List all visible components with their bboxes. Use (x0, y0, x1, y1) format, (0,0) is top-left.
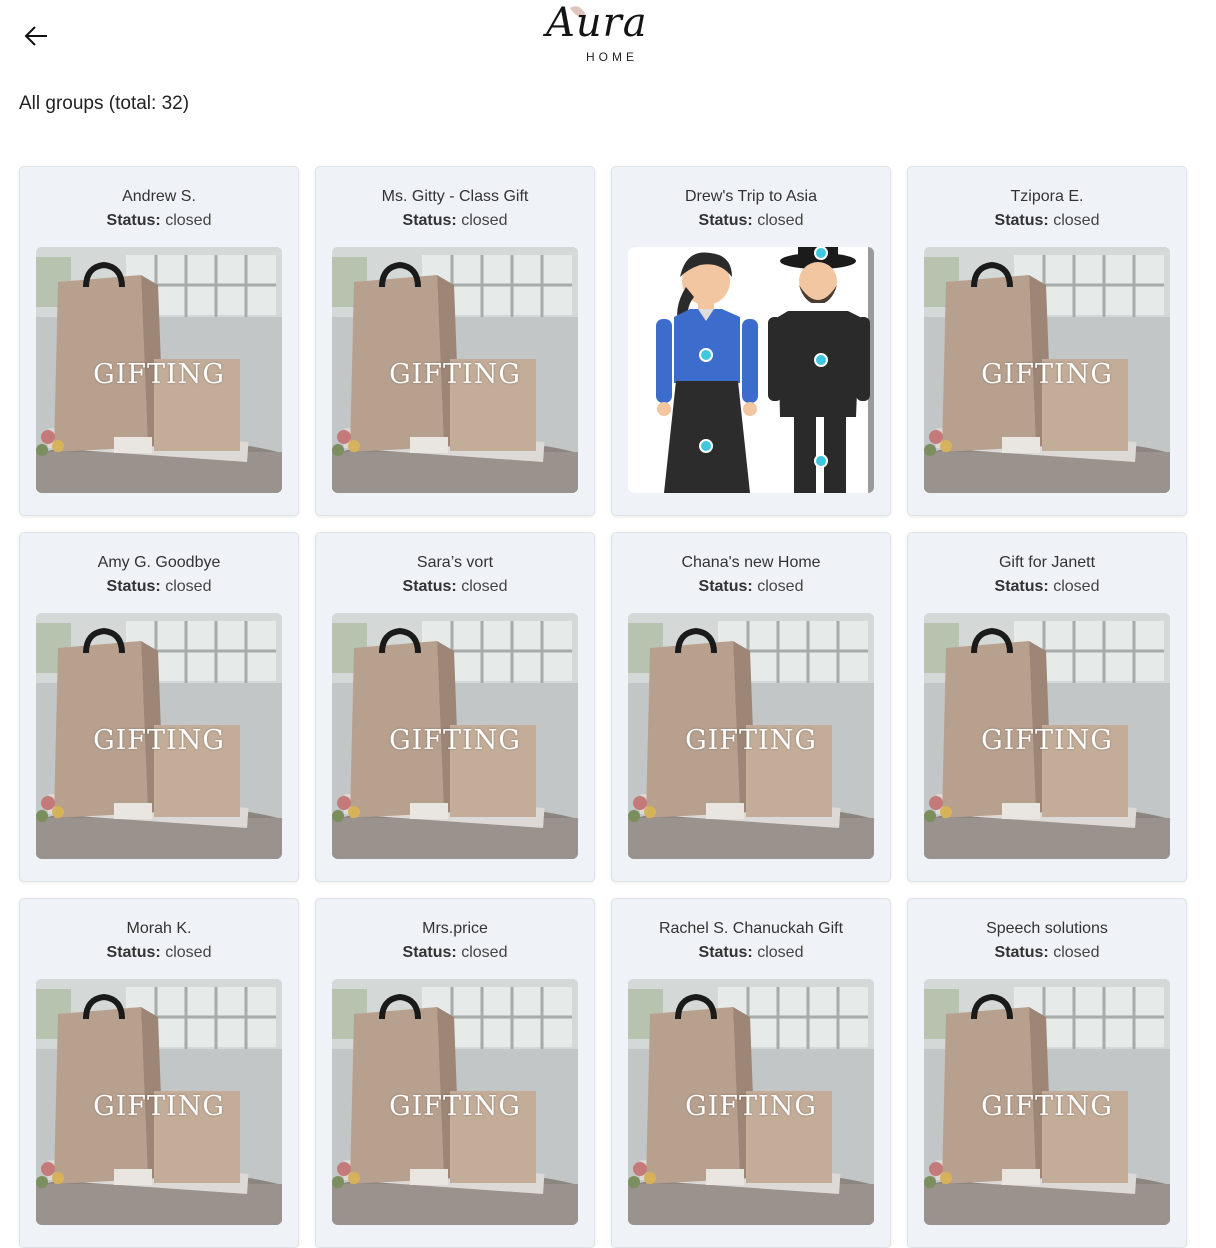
group-card[interactable]: Amy G. Goodbye Status: closed GIFTING (19, 532, 299, 882)
status-value: closed (165, 212, 212, 229)
status-label: Status: (698, 578, 753, 595)
gifting-caption: GIFTING (981, 1091, 1113, 1122)
group-name: Amy G. Goodbye (97, 554, 221, 571)
group-card[interactable]: Tzipora E. Status: closed GIFTING (907, 166, 1187, 516)
group-card[interactable]: Speech solutions Status: closed GIFTING (907, 898, 1187, 1248)
group-image-gifting[interactable]: GIFTING (628, 613, 874, 859)
status-label: Status: (994, 212, 1049, 229)
group-name: Mrs.price (422, 920, 488, 937)
gifting-caption: GIFTING (93, 1091, 225, 1122)
status-value: closed (1053, 212, 1100, 229)
group-status: Status: closed (628, 211, 874, 231)
group-status: Status: closed (628, 943, 874, 963)
group-status: Status: closed (332, 211, 578, 231)
status-value: closed (757, 944, 804, 961)
group-card[interactable]: Drew's Trip to Asia Status: closed (611, 166, 891, 516)
groups-grid: Andrew S. Status: closed GIFTING Ms. Gitty… (19, 166, 1187, 1248)
status-value: closed (165, 944, 212, 961)
group-name: Rachel S. Chanuckah Gift (658, 920, 844, 937)
group-name: Chana's new Home (681, 554, 821, 571)
gifting-caption: GIFTING (685, 725, 817, 756)
group-image-gifting[interactable]: GIFTING (332, 247, 578, 493)
group-card[interactable]: Sara’s vort Status: closed GIFTING (315, 532, 595, 882)
group-image-couple[interactable] (628, 247, 874, 493)
group-name: Tzipora E. (1010, 188, 1084, 205)
gifting-caption: GIFTING (93, 359, 225, 390)
group-image-gifting[interactable]: GIFTING (36, 613, 282, 859)
gifting-caption: GIFTING (389, 359, 521, 390)
status-value: closed (461, 212, 508, 229)
group-image-gifting[interactable]: GIFTING (36, 247, 282, 493)
group-status: Status: closed (924, 943, 1170, 963)
group-status: Status: closed (628, 577, 874, 597)
group-name: Drew's Trip to Asia (685, 188, 817, 205)
group-card[interactable]: Mrs.price Status: closed GIFTING (315, 898, 595, 1248)
group-card[interactable]: Andrew S. Status: closed GIFTING (19, 166, 299, 516)
group-status: Status: closed (924, 577, 1170, 597)
status-value: closed (757, 212, 804, 229)
status-label: Status: (698, 944, 753, 961)
group-image-gifting[interactable]: GIFTING (332, 979, 578, 1225)
group-status: Status: closed (924, 211, 1170, 231)
status-label: Status: (994, 578, 1049, 595)
aura-home-logo[interactable]: Aura HOME (540, 0, 670, 75)
group-name: Andrew S. (122, 188, 196, 205)
status-label: Status: (402, 944, 457, 961)
gifting-caption: GIFTING (93, 725, 225, 756)
gifting-caption: GIFTING (389, 1091, 521, 1122)
group-card[interactable]: Chana's new Home Status: closed GIFTING (611, 532, 891, 882)
group-image-gifting[interactable]: GIFTING (924, 979, 1170, 1225)
group-name: Speech solutions (986, 920, 1108, 937)
group-status: Status: closed (36, 211, 282, 231)
group-status: Status: closed (36, 943, 282, 963)
group-image-gifting[interactable]: GIFTING (628, 979, 874, 1225)
status-label: Status: (994, 944, 1049, 961)
status-label: Status: (698, 212, 753, 229)
group-card[interactable]: Ms. Gitty - Class Gift Status: closed GIF… (315, 166, 595, 516)
gifting-caption: GIFTING (981, 725, 1113, 756)
status-label: Status: (402, 578, 457, 595)
group-name: Sara’s vort (416, 554, 494, 571)
group-name: Gift for Janett (998, 554, 1096, 571)
group-image-gifting[interactable]: GIFTING (924, 247, 1170, 493)
group-status: Status: closed (332, 943, 578, 963)
status-label: Status: (402, 212, 457, 229)
status-label: Status: (106, 212, 161, 229)
group-card[interactable]: Morah K. Status: closed GIFTING (19, 898, 299, 1248)
status-value: closed (461, 578, 508, 595)
status-value: closed (757, 578, 804, 595)
group-image-gifting[interactable]: GIFTING (924, 613, 1170, 859)
group-status: Status: closed (36, 577, 282, 597)
group-card[interactable]: Rachel S. Chanuckah Gift Status: closed G… (611, 898, 891, 1248)
back-button[interactable] (20, 20, 52, 52)
gifting-caption: GIFTING (685, 1091, 817, 1122)
group-name: Ms. Gitty - Class Gift (381, 188, 529, 205)
status-value: closed (1053, 944, 1100, 961)
gifting-caption: GIFTING (389, 725, 521, 756)
arrow-left-icon (24, 26, 47, 46)
status-label: Status: (106, 944, 161, 961)
gifting-caption: GIFTING (981, 359, 1113, 390)
page-title: All groups (total: 32) (19, 93, 190, 114)
status-value: closed (165, 578, 212, 595)
group-card[interactable]: Gift for Janett Status: closed GIFTING (907, 532, 1187, 882)
group-status: Status: closed (332, 577, 578, 597)
group-image-gifting[interactable]: GIFTING (36, 979, 282, 1225)
group-image-gifting[interactable]: GIFTING (332, 613, 578, 859)
status-value: closed (1053, 578, 1100, 595)
status-label: Status: (106, 578, 161, 595)
status-value: closed (461, 944, 508, 961)
group-name: Morah K. (126, 920, 192, 937)
